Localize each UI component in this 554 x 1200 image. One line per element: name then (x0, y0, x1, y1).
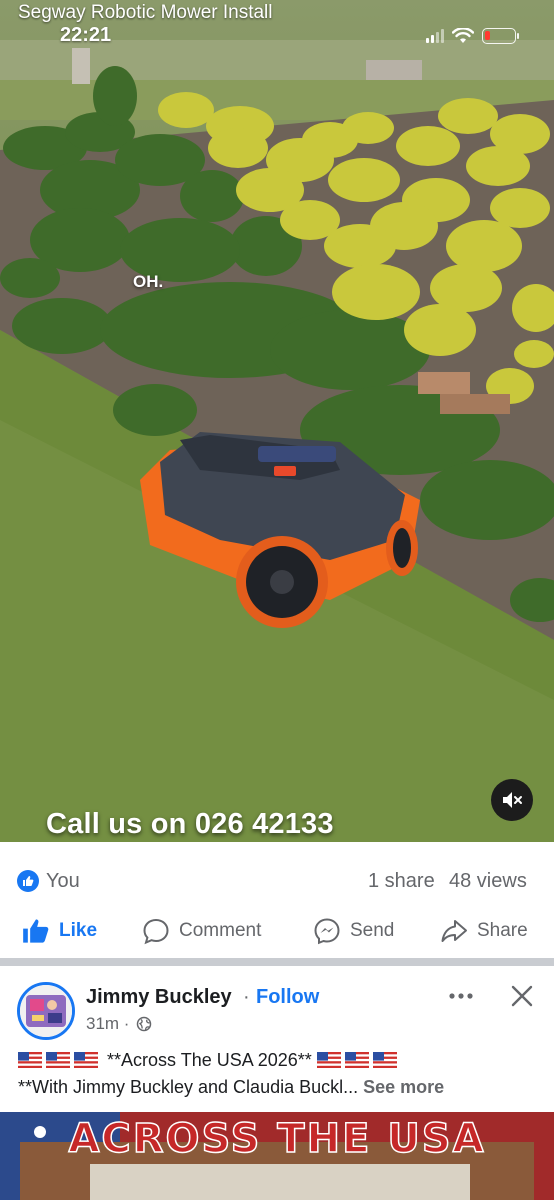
status-icons (426, 27, 519, 45)
cellular-signal-icon (426, 29, 444, 43)
comment-bubble-icon (143, 918, 169, 945)
video-caption-oh: OH. (133, 272, 164, 291)
battery-icon (482, 28, 519, 44)
us-flag-icon (372, 1052, 397, 1068)
like-reaction-icon (17, 870, 39, 892)
author-avatar[interactable] (17, 982, 75, 1040)
post-text-body: **With Jimmy Buckley and Claudia Buckl..… (18, 1077, 359, 1097)
post-text-line-1: **Across The USA 2026** (18, 1050, 401, 1071)
feed-post: Jimmy Buckley · Follow 31m · **Across Th… (0, 966, 554, 1200)
post-text-title: **Across The USA 2026** (107, 1050, 312, 1070)
video-title: Segway Robotic Mower Install (18, 2, 273, 23)
us-flag-icon (316, 1052, 341, 1068)
video-frame (0, 40, 554, 842)
status-bar: Segway Robotic Mower Install 22:21 (0, 0, 554, 48)
close-icon (511, 985, 533, 1007)
share-count[interactable]: 1 share (368, 870, 435, 893)
post-timestamp[interactable]: 31m · (86, 1014, 129, 1034)
post-action-bar: Like Comment Send Share (0, 910, 554, 954)
globe-icon (136, 1016, 152, 1032)
share-arrow-icon (441, 920, 467, 942)
see-more-link[interactable]: See more (363, 1077, 444, 1097)
post-image[interactable]: ACROSS THE USA (0, 1112, 554, 1200)
post-text-line-2: **With Jimmy Buckley and Claudia Buckl..… (18, 1077, 444, 1098)
comment-label: Comment (179, 920, 262, 941)
us-flag-icon (46, 1052, 70, 1068)
status-time: 22:21 (60, 24, 112, 46)
follow-button[interactable]: Follow (256, 986, 319, 1009)
reactions-summary: You 1 share 48 views (0, 842, 554, 910)
video-player[interactable]: Segway Robotic Mower Install 22:21 OH. C… (0, 0, 554, 842)
us-flag-icon (18, 1052, 42, 1068)
like-label: Like (59, 920, 98, 941)
hide-post-button[interactable] (510, 984, 534, 1008)
like-button[interactable]: Like (22, 916, 97, 946)
wifi-icon (452, 28, 474, 43)
ellipsis-icon (449, 993, 473, 999)
post-image-banner: ACROSS THE USA (68, 1115, 486, 1163)
video-caption-phone: Call us on 026 42133 (46, 808, 334, 840)
share-button[interactable]: Share (440, 916, 528, 946)
mute-toggle-button[interactable] (491, 779, 533, 821)
feed-divider (0, 958, 554, 966)
us-flag-icon (74, 1052, 98, 1068)
author-separator: · (243, 986, 250, 1008)
thumbs-up-icon (23, 919, 49, 943)
messenger-icon (314, 918, 340, 945)
send-button[interactable]: Send (313, 916, 394, 946)
speaker-muted-icon (503, 792, 522, 808)
send-label: Send (350, 920, 395, 941)
us-flag-icon (344, 1052, 369, 1068)
more-options-button[interactable] (447, 986, 475, 1006)
comment-button[interactable]: Comment (142, 916, 261, 946)
battery-level (485, 31, 490, 40)
post-author-name[interactable]: Jimmy Buckley (86, 986, 232, 1009)
view-count: 48 views (449, 870, 527, 892)
share-label: Share (477, 920, 528, 941)
reactor-names[interactable]: You (46, 870, 80, 893)
